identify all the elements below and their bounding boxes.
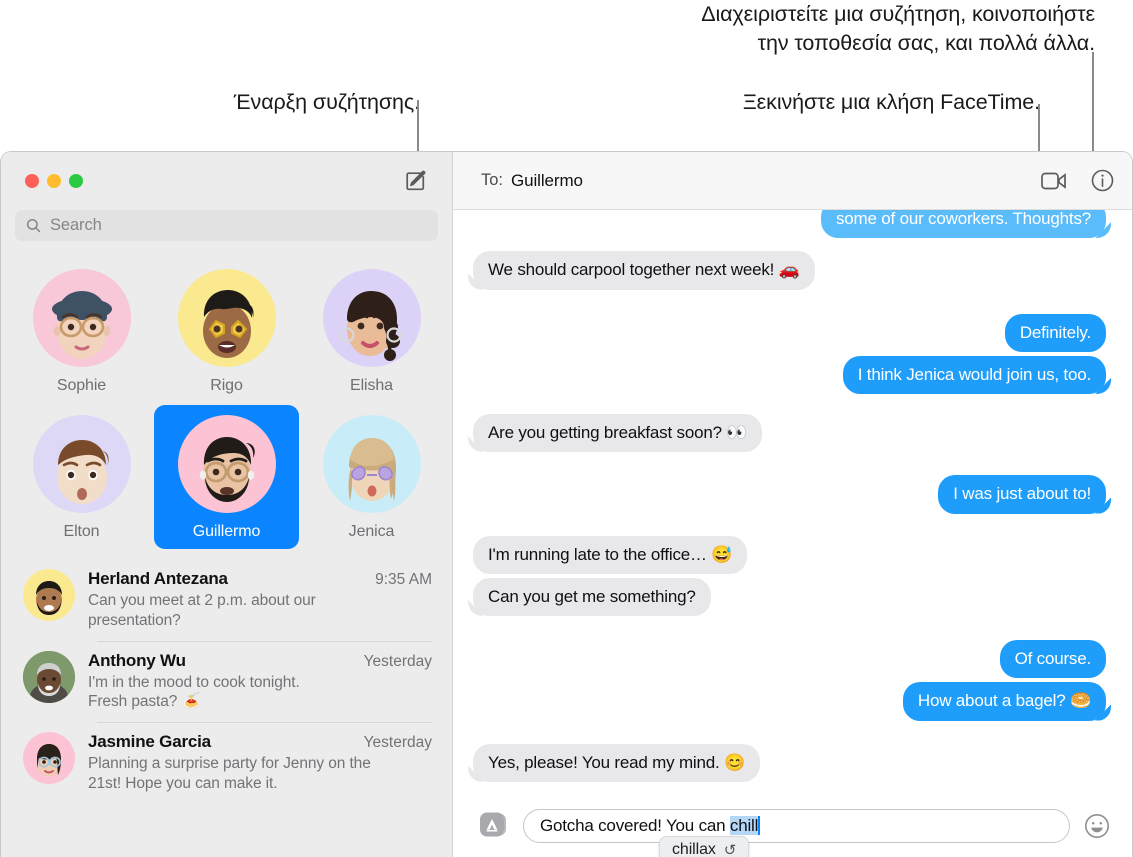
pinned-conversations-grid: Sophie Rigo Elisha Elton Guillermo Jenic…	[1, 253, 452, 559]
message-row: Can you get me something?	[473, 577, 1106, 616]
memoji-elton-avatar	[32, 415, 131, 513]
message-bubble-outgoing[interactable]: Of course.	[999, 640, 1106, 679]
memoji-jenica-avatar	[322, 415, 421, 513]
memoji-rigo-avatar	[177, 269, 276, 367]
smiley-face-icon	[1085, 814, 1109, 838]
message-bubble-outgoing[interactable]: I was just about to!	[938, 475, 1106, 514]
header-actions	[1041, 169, 1114, 192]
conversation-body-herland: Herland Antezana 9:35 AM Can you meet at…	[88, 569, 432, 631]
message-pane: To: Guillermo some of our coworkers. Tho…	[453, 152, 1132, 857]
pinned-item-elisha[interactable]: Elisha	[299, 259, 444, 403]
to-label: To:	[481, 171, 504, 189]
message-bubble-incoming[interactable]: Are you getting breakfast soon? 👀	[473, 414, 763, 453]
messages-window: Search Sophie Rigo Elisha Elton Guillerm…	[0, 151, 1133, 857]
conversation-preview: Can you meet at 2 p.m. about our present…	[88, 592, 316, 629]
message-bubble-incoming[interactable]: Yes, please! You read my mind. 😊	[473, 743, 761, 782]
message-composer: Gotcha covered! You can chill chillax ↺	[453, 799, 1132, 857]
recipient-name[interactable]: Guillermo	[511, 171, 583, 191]
message-scroll-area[interactable]: some of our coworkers. Thoughts? We shou…	[453, 210, 1132, 799]
search-placeholder-text: Search	[50, 216, 102, 234]
text-caret	[758, 816, 761, 835]
pinned-item-sophie[interactable]: Sophie	[9, 259, 154, 403]
maximize-button[interactable]	[69, 174, 83, 188]
info-circle-icon	[1091, 169, 1114, 192]
pinned-item-guillermo[interactable]: Guillermo	[154, 405, 299, 549]
callout-start-facetime: Ξεκινήστε μια κλήση FaceTime.	[742, 90, 1040, 114]
traffic-lights	[25, 174, 83, 188]
memoji-elisha-avatar	[322, 269, 421, 367]
autocomplete-suggestion[interactable]: chillax ↺	[659, 836, 750, 857]
pinned-label-sophie: Sophie	[56, 377, 107, 394]
minimize-button[interactable]	[47, 174, 61, 188]
facetime-button[interactable]	[1041, 171, 1067, 191]
avatar-herland	[23, 569, 75, 621]
conversation-body-anthony: Anthony Wu Yesterday I'm in the mood to …	[88, 651, 432, 713]
memoji-sophie-avatar	[32, 269, 131, 367]
compose-icon[interactable]	[402, 167, 430, 195]
emoji-picker-button[interactable]	[1084, 813, 1110, 839]
conversation-row-anthony[interactable]: Anthony Wu Yesterday I'm in the mood to …	[1, 640, 452, 723]
conversation-row-herland[interactable]: Herland Antezana 9:35 AM Can you meet at…	[1, 559, 452, 641]
conversation-time: 9:35 AM	[375, 571, 432, 588]
pinned-label-elton: Elton	[63, 523, 100, 540]
conversation-list: Herland Antezana 9:35 AM Can you meet at…	[1, 559, 452, 857]
conversation-time: Yesterday	[363, 652, 432, 670]
callout-start-conversation: Έναρξη συζήτησης.	[233, 90, 420, 114]
sidebar: Search Sophie Rigo Elisha Elton Guillerm…	[1, 152, 453, 857]
message-row: Definitely.	[473, 313, 1106, 352]
app-store-icon	[480, 812, 506, 837]
message-row: How about a bagel? 🥯	[473, 682, 1106, 721]
conversation-preview: Planning a surprise party for Jenny on t…	[88, 755, 371, 793]
message-bubble-outgoing[interactable]: How about a bagel? 🥯	[902, 682, 1106, 721]
message-input-text: Gotcha covered! You can chill	[540, 816, 761, 836]
conversation-time: Yesterday	[363, 734, 432, 752]
search-icon	[26, 218, 41, 233]
message-row: We should carpool together next week! 🚗	[473, 251, 1106, 290]
search-input[interactable]: Search	[15, 210, 438, 241]
conversation-name: Jasmine Garcia	[88, 732, 211, 752]
message-bubble-outgoing[interactable]: some of our coworkers. Thoughts?	[820, 210, 1106, 239]
avatar-jasmine	[23, 732, 75, 785]
close-button[interactable]	[25, 174, 39, 188]
message-bubble-outgoing[interactable]: I think Jenica would join us, too.	[842, 355, 1106, 394]
conversation-name: Anthony Wu	[88, 650, 186, 670]
avatar-anthony	[23, 650, 75, 703]
message-row: I think Jenica would join us, too.	[473, 355, 1106, 394]
pinned-label-rigo: Rigo	[210, 377, 243, 394]
pinned-label-jenica: Jenica	[348, 523, 395, 540]
message-bubble-outgoing[interactable]: Definitely.	[1004, 313, 1106, 352]
search-container: Search	[1, 210, 452, 253]
memoji-guillermo-avatar	[177, 415, 276, 513]
conversation-body-jasmine: Jasmine Garcia Yesterday Planning a surp…	[88, 732, 432, 794]
pinned-item-jenica[interactable]: Jenica	[299, 405, 444, 549]
app-store-button[interactable]	[475, 811, 509, 841]
conversation-preview: I'm in the mood to cook tonight. Fresh p…	[88, 673, 300, 711]
pinned-item-elton[interactable]: Elton	[9, 405, 154, 549]
message-row: Are you getting breakfast soon? 👀	[473, 414, 1106, 453]
message-row: Of course.	[473, 640, 1106, 679]
pinned-item-rigo[interactable]: Rigo	[154, 259, 299, 403]
conversation-info-button[interactable]	[1091, 169, 1114, 192]
message-bubble-incoming[interactable]: We should carpool together next week! 🚗	[473, 251, 815, 290]
conversation-row-jasmine[interactable]: Jasmine Garcia Yesterday Planning a surp…	[1, 722, 452, 804]
message-row: some of our coworkers. Thoughts?	[473, 210, 1106, 239]
message-input[interactable]: Gotcha covered! You can chill	[523, 809, 1070, 843]
undo-arrow-icon[interactable]: ↺	[724, 841, 737, 857]
autocomplete-word: chillax	[672, 841, 716, 857]
pinned-label-guillermo: Guillermo	[192, 523, 261, 540]
leader-line-manage	[1092, 52, 1094, 166]
message-bubble-incoming[interactable]: I'm running late to the office… 😅	[473, 535, 748, 574]
input-text-prefix: Gotcha covered! You can	[540, 816, 730, 835]
message-row: Yes, please! You read my mind. 😊	[473, 743, 1106, 782]
video-camera-icon	[1041, 172, 1066, 189]
message-header: To: Guillermo	[453, 152, 1132, 210]
conversation-name: Herland Antezana	[88, 569, 228, 588]
callout-manage-conversation: Διαχειριστείτε μια συζήτηση, κοινοποιήστ…	[701, 2, 1095, 56]
message-row: I'm running late to the office… 😅	[473, 535, 1106, 574]
window-titlebar	[1, 152, 452, 210]
message-row: I was just about to!	[473, 475, 1106, 514]
pinned-label-elisha: Elisha	[350, 377, 393, 394]
message-bubble-incoming[interactable]: Can you get me something?	[473, 577, 711, 616]
input-text-selection: chill	[729, 816, 759, 835]
